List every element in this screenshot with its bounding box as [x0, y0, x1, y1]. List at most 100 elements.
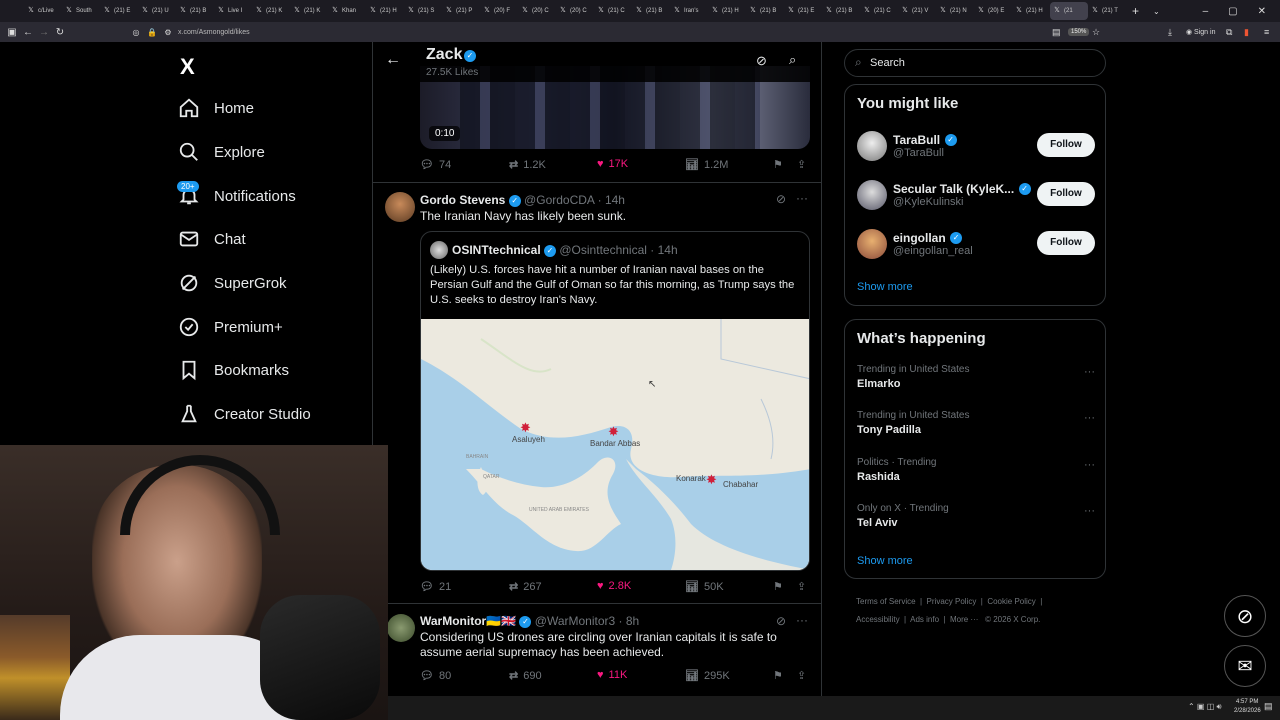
nav-chat[interactable]: Chat: [178, 228, 246, 250]
browser-tab[interactable]: 𝕏 Khan: [328, 2, 366, 20]
close-window-icon[interactable]: ✕: [1258, 6, 1266, 17]
browser-tab[interactable]: 𝕏 (21) V: [898, 2, 936, 20]
browser-tab[interactable]: 𝕏 (20) C: [518, 2, 556, 20]
shield-icon[interactable]: ◎: [128, 28, 144, 37]
more-icon[interactable]: ···: [1084, 366, 1095, 378]
notification-center-icon[interactable]: ▤: [1264, 701, 1273, 712]
ads-info-link[interactable]: Ads info: [910, 615, 939, 624]
forward-icon[interactable]: →: [36, 27, 52, 38]
map-image[interactable]: ✸ Asaluyeh ✸ Bandar Abbas ✸ Konarak Chab…: [421, 319, 809, 570]
privacy-link[interactable]: Privacy Policy: [927, 597, 977, 606]
author-handle[interactable]: @WarMonitor3: [535, 614, 615, 628]
back-arrow-icon[interactable]: ←: [385, 51, 401, 69]
tray-icons[interactable]: ⌃ ▣ ◫ 🔊︎: [1188, 702, 1222, 712]
trend-item[interactable]: Only on X · Trending Tel Aviv ···: [857, 503, 1095, 539]
browser-tab[interactable]: 𝕏c/Live: [24, 2, 62, 20]
trend-item[interactable]: Trending in United States Tony Padilla ·…: [857, 410, 1095, 446]
show-more-link[interactable]: Show more: [857, 555, 913, 567]
browser-tab[interactable]: 𝕏 Iran's: [670, 2, 708, 20]
repost-button[interactable]: ⇄ 690: [509, 669, 542, 683]
terms-link[interactable]: Terms of Service: [856, 597, 916, 606]
browser-tab[interactable]: 𝕏 (20) F: [480, 2, 518, 20]
views-button[interactable]: 📊︎ 50K: [685, 580, 724, 594]
nav-premium[interactable]: Premium+: [178, 316, 283, 338]
views-button[interactable]: 📊︎ 1.2M: [685, 158, 728, 172]
share-icon[interactable]: ⇪: [797, 158, 806, 171]
accessibility-link[interactable]: Accessibility: [856, 615, 900, 624]
search-icon[interactable]: ⌕: [789, 52, 796, 68]
browser-tab[interactable]: 𝕏 (21) P: [442, 2, 480, 20]
more-icon[interactable]: ···: [796, 613, 808, 627]
downloads-icon[interactable]: ⤓: [1168, 27, 1172, 38]
bookmark-icon[interactable]: ⚑: [773, 669, 783, 682]
like-button[interactable]: ♥ 2.8K: [597, 580, 631, 592]
browser-tab[interactable]: 𝕏 South: [62, 2, 100, 20]
maximize-icon[interactable]: ▢: [1228, 6, 1237, 17]
browser-tab[interactable]: 𝕏 (21) B: [746, 2, 784, 20]
new-tab-button[interactable]: +: [1132, 4, 1139, 18]
share-icon[interactable]: ⇪: [797, 669, 806, 682]
browser-tab[interactable]: 𝕏 (21) K: [290, 2, 328, 20]
like-button[interactable]: ♥ 17K: [597, 158, 628, 170]
extensions-icon[interactable]: ⧉: [1226, 27, 1232, 38]
avatar[interactable]: [387, 614, 415, 642]
back-icon[interactable]: ←: [20, 27, 36, 38]
search-input[interactable]: ⌕ Search: [844, 49, 1106, 77]
bookmark-icon[interactable]: ⚑: [773, 580, 783, 593]
browser-tab[interactable]: 𝕏 (21) C: [860, 2, 898, 20]
grok-icon[interactable]: ⊘: [756, 53, 767, 69]
account-button[interactable]: ◉ Sign in: [1186, 28, 1215, 36]
browser-tab[interactable]: 𝕏 (21: [1050, 2, 1088, 20]
extension-badge-icon[interactable]: ▮: [1244, 27, 1249, 38]
browser-tab[interactable]: 𝕏 (20) C: [556, 2, 594, 20]
reply-button[interactable]: 💬︎ 74: [420, 158, 451, 172]
browser-tab[interactable]: 𝕏 (21) N: [936, 2, 974, 20]
trend-item[interactable]: Trending in United States Elmarko ···: [857, 364, 1095, 400]
author-name[interactable]: WarMonitor🇺🇦🇬🇧: [420, 614, 516, 628]
browser-tab[interactable]: 𝕏 (21) T: [1088, 2, 1126, 20]
clock-time[interactable]: 4:57 PM: [1236, 699, 1258, 705]
more-icon[interactable]: ···: [1084, 459, 1095, 471]
avatar[interactable]: [385, 192, 415, 222]
more-icon[interactable]: ···: [1084, 505, 1095, 517]
reply-button[interactable]: 💬︎ 80: [420, 669, 451, 683]
quote-card[interactable]: OSINTtechnical ✓ @Osinttechnical · 14h (…: [420, 231, 810, 571]
suggestion-user[interactable]: Secular Talk (KyleK... ✓ @KyleKulinski F…: [845, 178, 1107, 214]
more-icon[interactable]: ···: [1084, 412, 1095, 424]
more-link[interactable]: More ···: [950, 615, 978, 624]
tab-list-icon[interactable]: ⌄: [1153, 7, 1160, 16]
browser-tab[interactable]: 𝕏 (21) H: [708, 2, 746, 20]
browser-tab[interactable]: 𝕏 (21) K: [252, 2, 290, 20]
follow-button[interactable]: Follow: [1037, 133, 1095, 157]
views-button[interactable]: 📊︎ 295K: [685, 669, 730, 683]
post-time[interactable]: · 14h: [598, 193, 625, 207]
grok-fab[interactable]: ⊘: [1224, 595, 1266, 637]
grok-icon[interactable]: ⊘: [776, 614, 786, 628]
site-permissions-icon[interactable]: ⚙: [160, 28, 176, 37]
trend-item[interactable]: Politics · Trending Rashida ···: [857, 457, 1095, 493]
repost-button[interactable]: ⇄ 267: [509, 580, 542, 594]
minimize-icon[interactable]: –: [1203, 6, 1209, 17]
browser-tab[interactable]: 𝕏 (21) S: [404, 2, 442, 20]
browser-tab[interactable]: 𝕏 Live I: [214, 2, 252, 20]
repost-button[interactable]: ⇄ 1.2K: [509, 158, 546, 172]
menu-icon[interactable]: ≡: [1264, 27, 1269, 37]
sidebar-toggle-icon[interactable]: ▣: [4, 27, 20, 38]
nav-supergrok[interactable]: SuperGrok: [178, 272, 287, 294]
post-time[interactable]: · 8h: [619, 614, 640, 628]
browser-tab[interactable]: 𝕏 (21) E: [100, 2, 138, 20]
follow-button[interactable]: Follow: [1037, 231, 1095, 255]
cookie-link[interactable]: Cookie Policy: [987, 597, 1035, 606]
nav-creator-studio[interactable]: Creator Studio: [178, 403, 311, 425]
bookmark-icon[interactable]: ⚑: [773, 158, 783, 171]
browser-tab[interactable]: 𝕏 (20) E: [974, 2, 1012, 20]
author-handle[interactable]: @GordoCDA: [524, 193, 594, 207]
browser-tab[interactable]: 𝕏 (21) U: [138, 2, 176, 20]
suggestion-user[interactable]: eingollan ✓ @eingollan_real Follow: [845, 227, 1107, 263]
zoom-level[interactable]: 150%: [1068, 28, 1090, 36]
like-button[interactable]: ♥ 11K: [597, 669, 627, 681]
browser-tab[interactable]: 𝕏 (21) H: [1012, 2, 1050, 20]
grok-icon[interactable]: ⊘: [776, 192, 786, 206]
follow-button[interactable]: Follow: [1037, 182, 1095, 206]
show-more-link[interactable]: Show more: [857, 281, 913, 293]
